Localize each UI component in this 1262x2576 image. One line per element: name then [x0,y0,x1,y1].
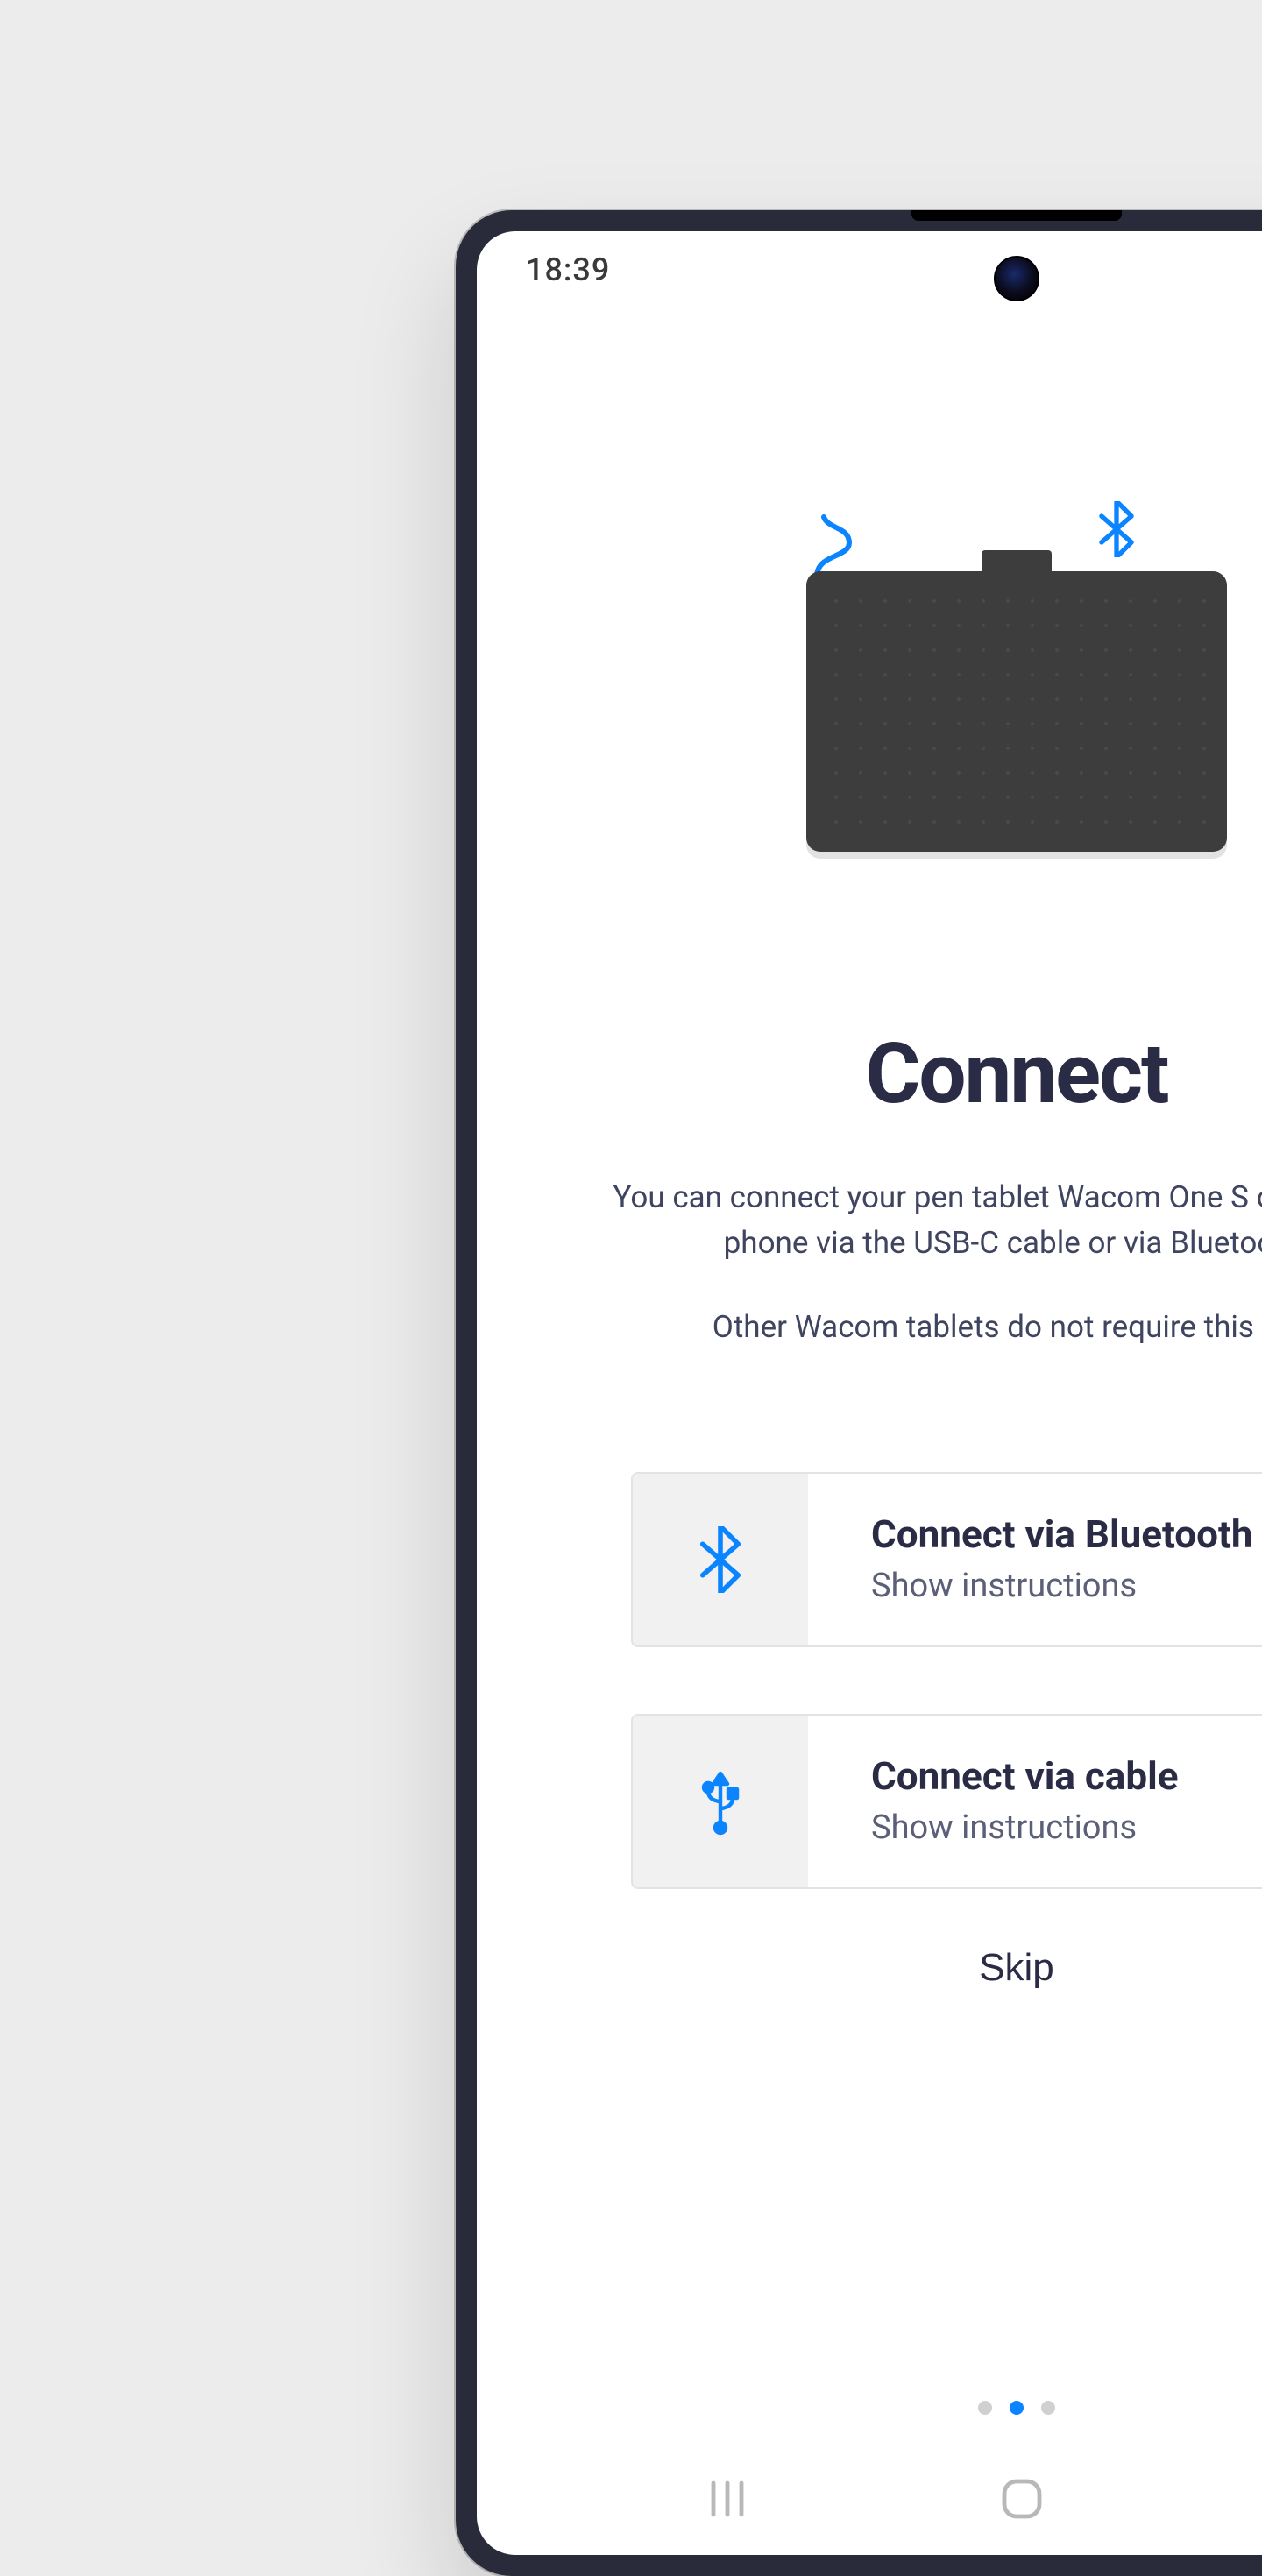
page-dot[interactable] [978,2401,992,2415]
page-indicator [978,2401,1055,2415]
onboarding-content: Connect You can connect your pen tablet … [477,308,1262,2457]
option-subtitle: Show instructions [871,1806,1262,1846]
connect-options: Connect via Bluetooth Show instructions [631,1471,1262,1888]
option-text: Connect via cable Show instructions [808,1715,1262,1886]
page-dot[interactable] [1041,2401,1055,2415]
status-bar: 18:39 58% [477,231,1262,308]
recents-button[interactable] [672,2465,784,2537]
phone-notch [911,210,1122,221]
system-nav-bar [477,2457,1262,2555]
front-camera [994,256,1039,301]
home-button[interactable] [964,2461,1080,2540]
connect-bluetooth-button[interactable]: Connect via Bluetooth Show instructions [631,1471,1262,1646]
option-title: Connect via cable [871,1755,1262,1799]
usb-icon [633,1715,808,1886]
bluetooth-icon [633,1473,808,1645]
bluetooth-icon [1097,501,1136,564]
option-title: Connect via Bluetooth [871,1513,1262,1557]
page-description: You can connect your pen tablet Wacom On… [596,1176,1262,1268]
page-title: Connect [866,1023,1168,1123]
page-note: Other Wacom tablets do not require this … [713,1310,1262,1345]
option-subtitle: Show instructions [871,1564,1262,1604]
tablet-illustration [754,484,1262,869]
screen: 18:39 58% [477,231,1262,2555]
tablet-body [806,571,1227,852]
connect-cable-button[interactable]: Connect via cable Show instructions [631,1713,1262,1888]
status-time: 18:39 [526,251,610,288]
device-mockup-canvas: 18:39 58% [316,0,1262,2523]
option-text: Connect via Bluetooth Show instructions [808,1473,1262,1645]
page-dot-active[interactable] [1010,2401,1024,2415]
skip-button[interactable]: Skip [979,1944,1054,1990]
phone-frame: 18:39 58% [456,210,1262,2576]
